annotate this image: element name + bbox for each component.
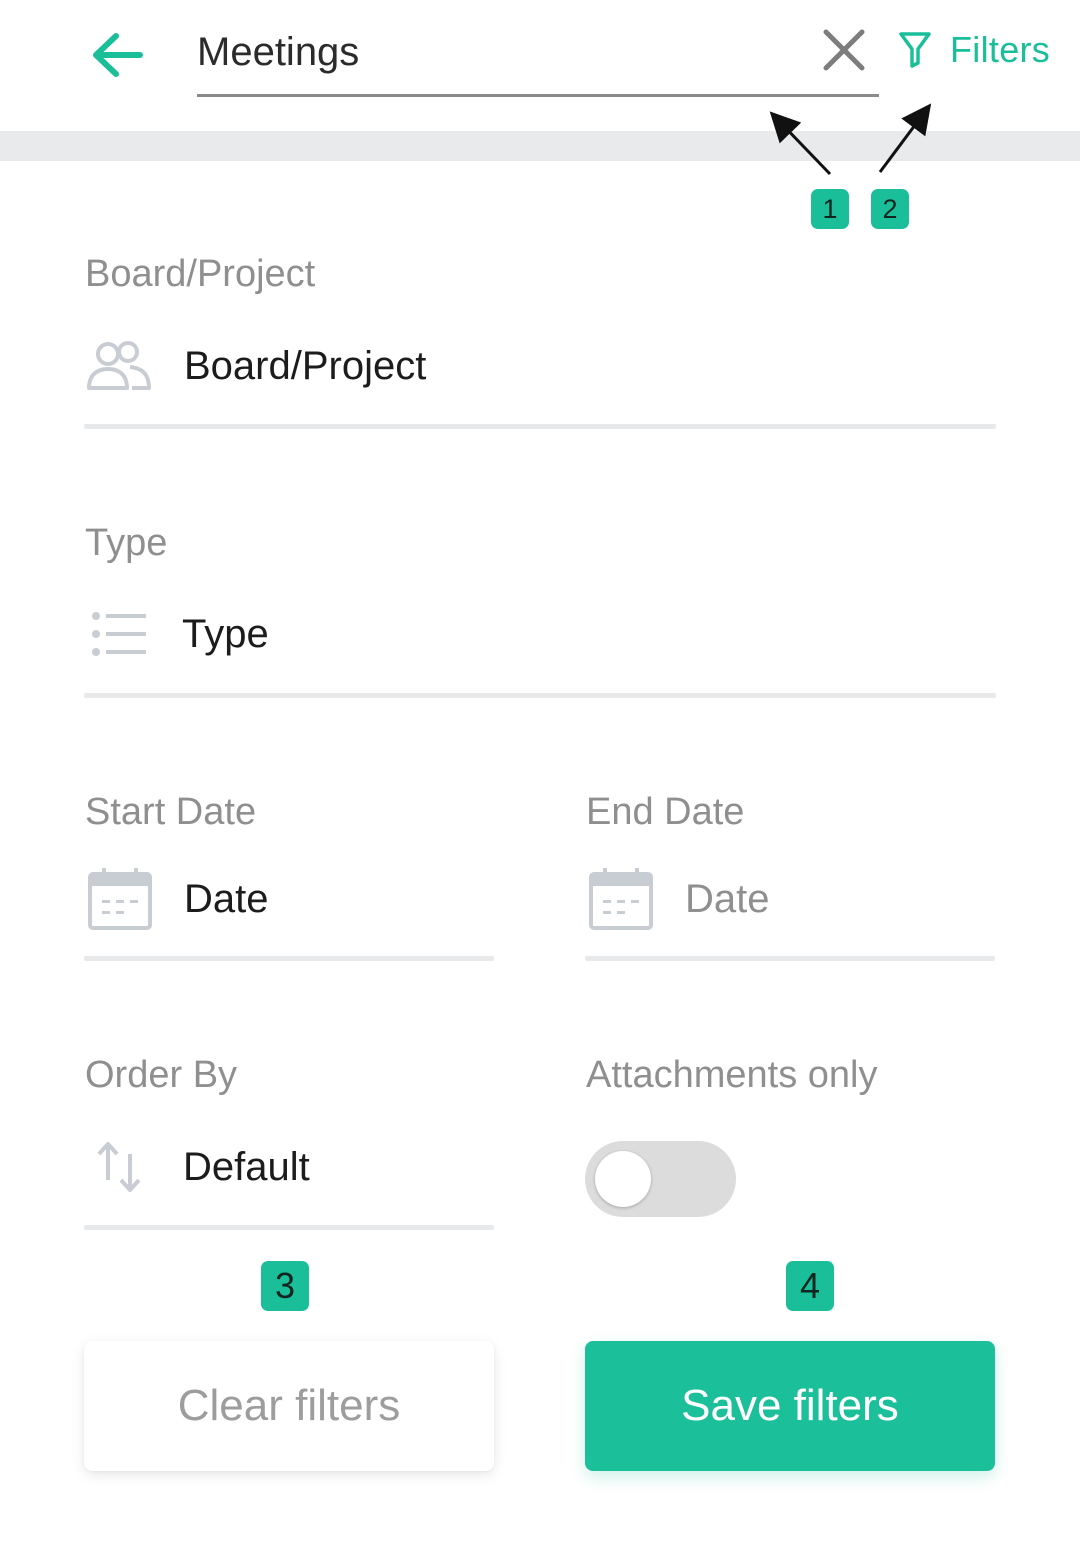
search-input[interactable] [197, 24, 797, 80]
end-date-value: Date [685, 876, 770, 921]
board-project-value: Board/Project [184, 343, 427, 388]
filters-screen: Filters 1 2 Board/Project Board/Project … [0, 0, 1080, 1542]
order-by-label: Order By [85, 1054, 238, 1096]
people-icon [86, 340, 152, 392]
list-icon [90, 610, 148, 658]
attachments-only-label: Attachments only [586, 1054, 878, 1096]
filters-button[interactable]: Filters [898, 26, 1050, 74]
close-icon[interactable] [822, 28, 866, 72]
order-by-underline [84, 1225, 494, 1230]
order-by-selector[interactable]: Default [96, 1140, 310, 1194]
clear-filters-button[interactable]: Clear filters [84, 1341, 494, 1471]
toggle-knob [595, 1151, 651, 1207]
type-selector[interactable]: Type [90, 610, 269, 658]
search-field [197, 20, 879, 97]
start-date-value: Date [184, 876, 269, 921]
attachments-only-toggle[interactable] [585, 1141, 736, 1217]
start-date-label: Start Date [85, 791, 257, 833]
board-project-underline [84, 424, 996, 429]
calendar-icon [88, 868, 152, 930]
callout-badge-4: 4 [786, 1261, 834, 1311]
board-project-selector[interactable]: Board/Project [86, 340, 426, 392]
end-date-label: End Date [586, 791, 745, 833]
end-date-picker[interactable]: Date [589, 868, 770, 930]
order-by-value: Default [183, 1144, 310, 1189]
annotation-arrows [769, 103, 932, 176]
callout-badge-2: 2 [871, 189, 909, 229]
type-underline [84, 693, 996, 698]
end-date-underline [585, 956, 995, 961]
back-arrow-icon[interactable] [88, 28, 146, 82]
type-label: Type [85, 522, 168, 564]
callout-badge-3: 3 [261, 1261, 309, 1311]
filter-funnel-icon [899, 32, 931, 68]
callout-badge-1: 1 [811, 189, 849, 229]
calendar-icon [589, 868, 653, 930]
start-date-underline [84, 956, 494, 961]
type-value: Type [182, 611, 269, 656]
start-date-picker[interactable]: Date [88, 868, 269, 930]
board-project-label: Board/Project [85, 253, 316, 295]
save-filters-button[interactable]: Save filters [585, 1341, 995, 1471]
filters-label: Filters [950, 29, 1051, 70]
sort-arrows-icon [96, 1140, 142, 1194]
